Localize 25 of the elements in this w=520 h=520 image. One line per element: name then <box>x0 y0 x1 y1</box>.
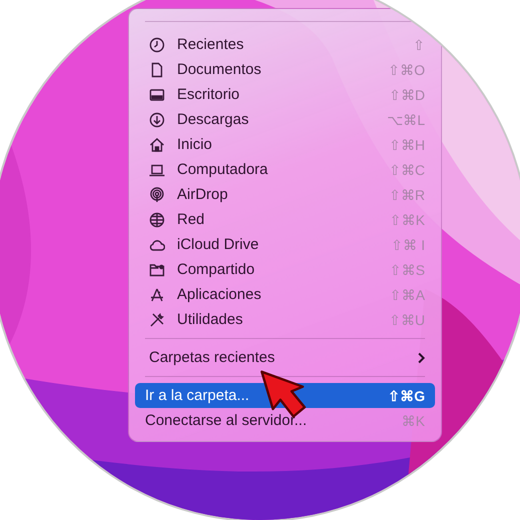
menu-item[interactable]: Red ⇧⌘K <box>135 207 435 232</box>
clock-icon <box>149 36 165 52</box>
shared-folder-icon <box>149 262 165 278</box>
globe-icon <box>149 212 165 228</box>
menu-item[interactable]: Inicio ⇧⌘H <box>135 132 435 157</box>
tools-icon <box>149 312 165 328</box>
menu-item[interactable]: Descargas ⌥⌘L <box>135 107 435 132</box>
menu-item[interactable]: Utilidades ⇧⌘U <box>135 307 435 332</box>
menu-item[interactable]: Aplicaciones ⇧⌘A <box>135 282 435 307</box>
menu-item[interactable]: Compartido ⇧⌘S <box>135 257 435 282</box>
airdrop-icon <box>149 186 165 202</box>
menu-item[interactable]: Carpetas recientes <box>135 345 435 370</box>
document-icon <box>149 62 165 78</box>
desktop-icon <box>149 86 165 102</box>
menu-item[interactable]: Documentos ⇧⌘O <box>135 57 435 82</box>
menu-item[interactable]: Computadora ⇧⌘C <box>135 157 435 182</box>
applications-icon <box>149 286 165 302</box>
menu-item[interactable]: iCloud Drive ⇧⌘ I <box>135 232 435 257</box>
menu-item[interactable]: Recientes ⇧ <box>135 32 435 57</box>
menu-item[interactable]: AirDrop ⇧⌘R <box>135 182 435 207</box>
house-icon <box>149 136 165 152</box>
menu-item[interactable]: Escritorio ⇧⌘D <box>135 82 435 107</box>
menu-item[interactable]: Conectarse al servidor... ⌘K <box>135 408 435 433</box>
menu-item[interactable]: Ir a la carpeta... ⇧⌘G <box>135 383 435 408</box>
download-icon <box>149 112 165 128</box>
